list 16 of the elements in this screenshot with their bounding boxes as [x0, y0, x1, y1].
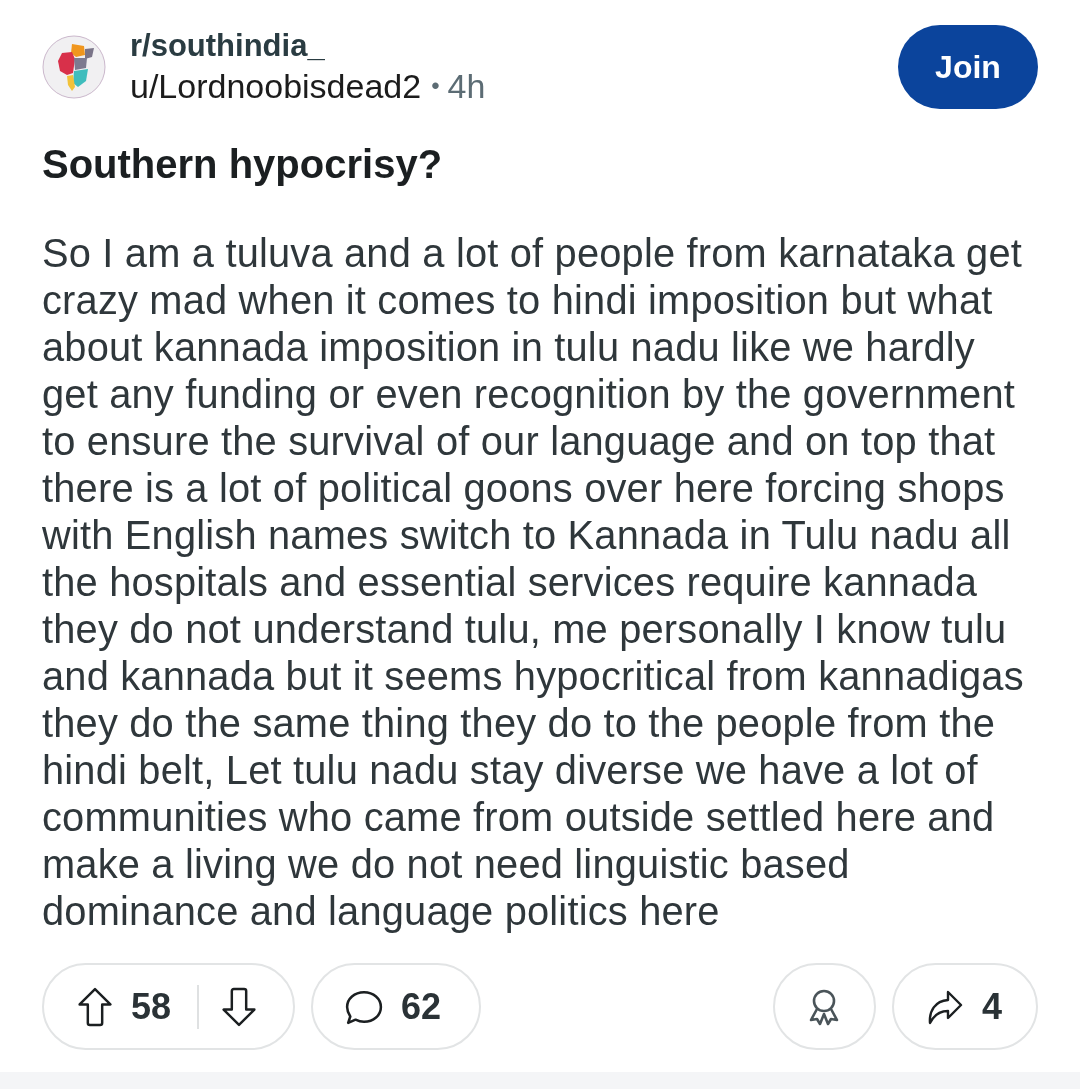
vote-count: 58	[131, 984, 172, 1029]
speech-bubble-icon	[345, 988, 384, 1025]
author-name[interactable]: u/Lordnoobisdead2	[130, 65, 422, 107]
down-arrow-icon	[221, 986, 258, 1027]
comment-button[interactable]: 62	[311, 963, 482, 1050]
up-arrow-icon	[77, 986, 113, 1027]
upvote-button[interactable]	[77, 986, 113, 1027]
map-avatar-icon	[42, 35, 106, 99]
community-name[interactable]: r/southindia_	[130, 27, 325, 65]
separator-dot: •	[431, 71, 440, 101]
post-body: So I am a tuluva and a lot of people from karnataka get crazy mad when it comes to hindi imposition but what about kannada imposition in tulu nadu like we hardly get any funding or even recognition by the government to ensure the survival of our language and on top that there is a lot of political goons over here forcing shops with English names switch to Kannada in Tulu nadu all the hospitals and essential services require kannada they do not understand tulu, me personally I know tulu and kannada but it seems hypocritical from kannadigas they do the same thing they do to the people from the hindi belt, Let tulu nadu stay diverse we have a lot of communities who came from outside settled here and make a living we do not need linguistic based dominance and language politics here	[42, 230, 1025, 935]
share-button[interactable]: 4	[891, 963, 1038, 1050]
join-button[interactable]: Join	[898, 25, 1038, 109]
downvote-button[interactable]	[221, 986, 258, 1027]
post-age: 4h	[447, 66, 486, 107]
post-title: Southern hypocrisy?	[42, 141, 444, 188]
